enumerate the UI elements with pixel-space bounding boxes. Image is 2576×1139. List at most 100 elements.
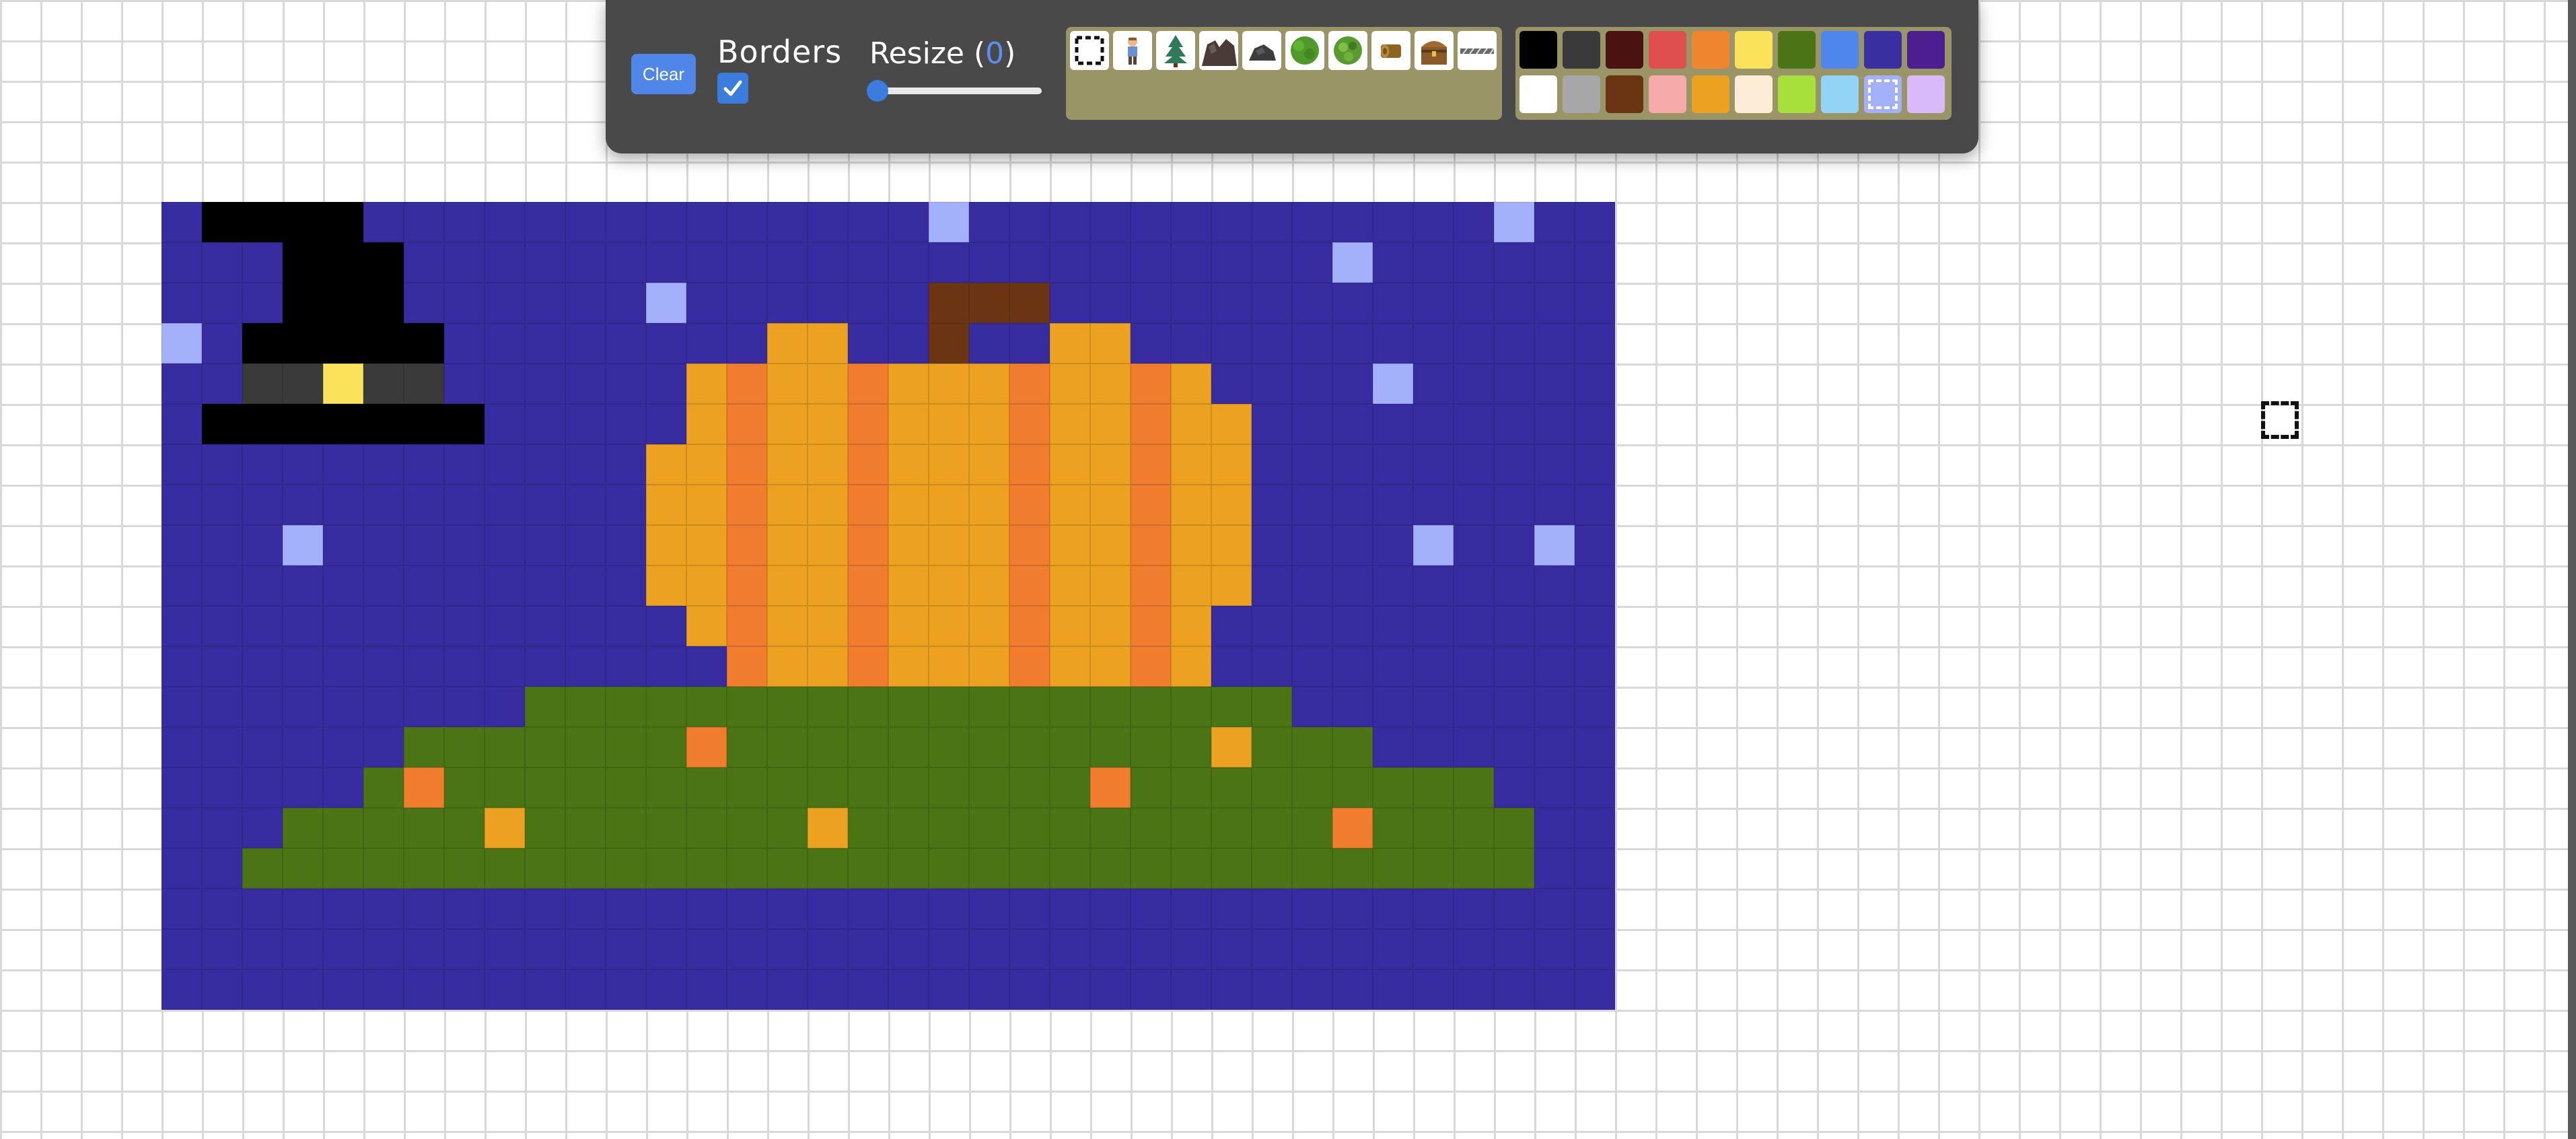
pixel-cell[interactable] <box>1211 565 1252 606</box>
pixel-cell[interactable] <box>1373 969 1413 1010</box>
pixel-cell[interactable] <box>1454 323 1494 364</box>
pixel-cell[interactable] <box>283 767 323 808</box>
pixel-cell[interactable] <box>1454 889 1494 929</box>
pixel-cell[interactable] <box>1050 485 1090 525</box>
pixel-cell[interactable] <box>686 848 727 889</box>
pixel-cell[interactable] <box>1009 283 1050 323</box>
color-swatch[interactable] <box>1735 75 1773 113</box>
pixel-cell[interactable] <box>1252 889 1292 929</box>
pixel-cell[interactable] <box>444 565 485 606</box>
pixel-cell[interactable] <box>646 283 686 323</box>
sprite-rock-pile[interactable] <box>1199 31 1238 70</box>
pixel-cell[interactable] <box>1009 444 1050 485</box>
pixel-cell[interactable] <box>1332 485 1373 525</box>
pixel-cell[interactable] <box>283 202 323 242</box>
pixel-cell[interactable] <box>808 444 848 485</box>
pixel-cell[interactable] <box>808 323 848 364</box>
pixel-cell[interactable] <box>848 606 888 646</box>
pixel-cell[interactable] <box>1373 606 1413 646</box>
pixel-cell[interactable] <box>929 283 969 323</box>
pixel-cell[interactable] <box>1131 767 1171 808</box>
pixel-cell[interactable] <box>1494 808 1534 848</box>
pixel-cell[interactable] <box>1494 323 1534 364</box>
pixel-cell[interactable] <box>606 767 646 808</box>
pixel-cell[interactable] <box>1171 808 1211 848</box>
pixel-cell[interactable] <box>363 525 404 565</box>
pixel-cell[interactable] <box>1413 929 1454 969</box>
pixel-cell[interactable] <box>1413 364 1454 404</box>
pixel-cell[interactable] <box>888 929 929 969</box>
pixel-cell[interactable] <box>565 646 606 687</box>
pixel-cell[interactable] <box>1413 404 1454 444</box>
pixel-cell[interactable] <box>808 646 848 687</box>
pixel-cell[interactable] <box>1575 889 1615 929</box>
pixel-cell[interactable] <box>1575 808 1615 848</box>
pixel-cell[interactable] <box>363 242 404 283</box>
pixel-cell[interactable] <box>444 202 485 242</box>
pixel-cell[interactable] <box>1252 364 1292 404</box>
pixel-cell[interactable] <box>848 242 888 283</box>
pixel-cell[interactable] <box>1332 565 1373 606</box>
pixel-cell[interactable] <box>1413 727 1454 767</box>
pixel-cell[interactable] <box>1373 767 1413 808</box>
pixel-cell[interactable] <box>323 808 363 848</box>
pixel-cell[interactable] <box>202 727 242 767</box>
pixel-cell[interactable] <box>444 808 485 848</box>
pixel-cell[interactable] <box>1009 364 1050 404</box>
pixel-cell[interactable] <box>565 364 606 404</box>
pixel-cell[interactable] <box>323 727 363 767</box>
pixel-cell[interactable] <box>565 323 606 364</box>
pixel-cell[interactable] <box>485 646 525 687</box>
pixel-cell[interactable] <box>1534 808 1575 848</box>
pixel-cell[interactable] <box>404 808 444 848</box>
pixel-cell[interactable] <box>1131 808 1171 848</box>
pixel-cell[interactable] <box>323 283 363 323</box>
pixel-cell[interactable] <box>1292 646 1332 687</box>
pixel-cell[interactable] <box>1534 364 1575 404</box>
pixel-cell[interactable] <box>565 889 606 929</box>
pixel-cell[interactable] <box>242 283 283 323</box>
pixel-cell[interactable] <box>888 889 929 929</box>
pixel-cell[interactable] <box>162 565 202 606</box>
pixel-cell[interactable] <box>1292 889 1332 929</box>
pixel-cell[interactable] <box>888 444 929 485</box>
pixel-cell[interactable] <box>929 444 969 485</box>
pixel-cell[interactable] <box>1050 444 1090 485</box>
pixel-cell[interactable] <box>1171 202 1211 242</box>
pixel-cell[interactable] <box>686 202 727 242</box>
pixel-art-canvas[interactable] <box>162 202 1615 1010</box>
pixel-cell[interactable] <box>727 606 767 646</box>
pixel-cell[interactable] <box>1252 727 1292 767</box>
pixel-cell[interactable] <box>444 404 485 444</box>
pixel-cell[interactable] <box>1413 444 1454 485</box>
pixel-cell[interactable] <box>1171 646 1211 687</box>
pixel-cell[interactable] <box>363 485 404 525</box>
pixel-cell[interactable] <box>242 242 283 283</box>
pixel-cell[interactable] <box>565 565 606 606</box>
pixel-cell[interactable] <box>606 485 646 525</box>
pixel-cell[interactable] <box>1454 929 1494 969</box>
pixel-cell[interactable] <box>848 767 888 808</box>
pixel-cell[interactable] <box>525 727 565 767</box>
pixel-cell[interactable] <box>1454 364 1494 404</box>
pixel-cell[interactable] <box>1575 767 1615 808</box>
pixel-cell[interactable] <box>727 848 767 889</box>
color-swatch[interactable] <box>1864 75 1902 113</box>
pixel-cell[interactable] <box>929 364 969 404</box>
pixel-cell[interactable] <box>767 889 808 929</box>
pixel-cell[interactable] <box>525 687 565 727</box>
pixel-cell[interactable] <box>727 929 767 969</box>
pixel-cell[interactable] <box>969 606 1009 646</box>
pixel-cell[interactable] <box>1131 606 1171 646</box>
pixel-cell[interactable] <box>1575 242 1615 283</box>
pixel-cell[interactable] <box>1252 323 1292 364</box>
pixel-cell[interactable] <box>363 565 404 606</box>
pixel-cell[interactable] <box>969 364 1009 404</box>
pixel-cell[interactable] <box>888 969 929 1010</box>
pixel-cell[interactable] <box>1575 444 1615 485</box>
pixel-cell[interactable] <box>1494 525 1534 565</box>
sprite-eraser[interactable] <box>1070 31 1109 70</box>
pixel-cell[interactable] <box>1413 283 1454 323</box>
pixel-cell[interactable] <box>1575 848 1615 889</box>
pixel-cell[interactable] <box>606 242 646 283</box>
